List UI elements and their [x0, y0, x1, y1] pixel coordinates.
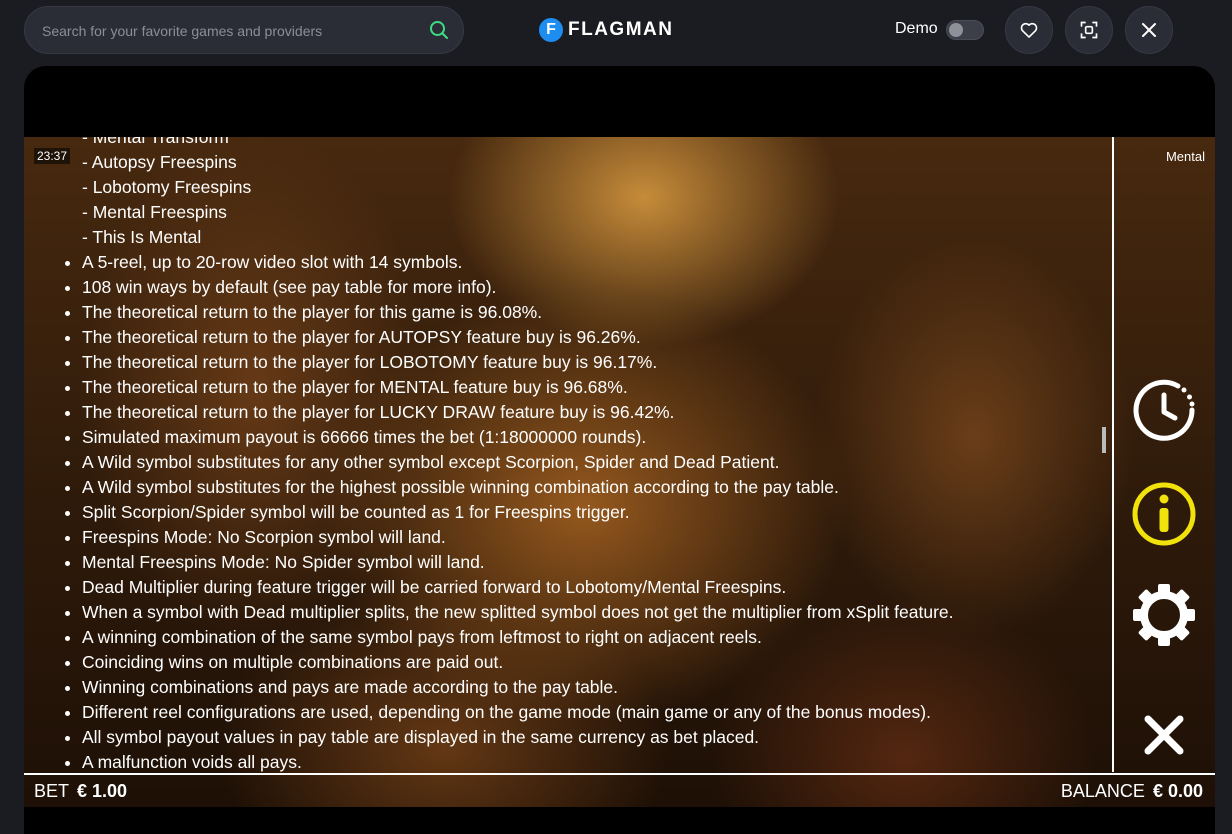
game-frame: 23:37 Mental Transform Autopsy Freespins…: [24, 66, 1215, 834]
bet-label: BET: [34, 781, 70, 801]
close-rules-button[interactable]: [1139, 710, 1189, 760]
rule-item: Freespins Mode: No Scorpion symbol will …: [82, 525, 1102, 550]
bottom-divider: [24, 773, 1215, 775]
rules-panel[interactable]: Mental Transform Autopsy Freespins Lobot…: [62, 137, 1102, 772]
balance-value: € 0.00: [1152, 781, 1203, 801]
list-item: Mental Freespins: [82, 200, 1102, 225]
rule-item: A malfunction voids all pays.: [82, 750, 1102, 772]
feature-list: Mental Transform Autopsy Freespins Lobot…: [62, 137, 1102, 250]
bet-value: € 1.00: [77, 781, 128, 801]
settings-button[interactable]: [1129, 580, 1199, 650]
demo-label: Demo: [895, 20, 938, 37]
history-button[interactable]: [1129, 375, 1199, 445]
list-item: Mental Transform: [82, 137, 1102, 150]
bet-display: BET € 1.00: [34, 781, 127, 802]
toggle-knob: [949, 23, 963, 37]
rule-item: The theoretical return to the player for…: [82, 375, 1102, 400]
close-rules-icon: [1144, 715, 1184, 755]
rule-item: Mental Freespins Mode: No Spider symbol …: [82, 550, 1102, 575]
balance-label: BALANCE: [1060, 781, 1145, 801]
search-bar[interactable]: [24, 6, 464, 55]
logo-mark: F: [539, 18, 563, 42]
rule-item: Winning combinations and pays are made a…: [82, 675, 1102, 700]
list-item: Lobotomy Freespins: [82, 175, 1102, 200]
favorite-button[interactable]: [1005, 6, 1053, 54]
rule-item: Simulated maximum payout is 66666 times …: [82, 425, 1102, 450]
rule-item: Dead Multiplier during feature trigger w…: [82, 575, 1102, 600]
close-game-button[interactable]: [1125, 6, 1173, 54]
search-input[interactable]: [40, 7, 414, 55]
rule-item: A winning combination of the same symbol…: [82, 625, 1102, 650]
rule-item: All symbol payout values in pay table ar…: [82, 725, 1102, 750]
rules-scrollbar[interactable]: [1102, 427, 1106, 453]
search-icon[interactable]: [429, 20, 449, 40]
rule-item: Split Scorpion/Spider symbol will be cou…: [82, 500, 1102, 525]
fullscreen-icon: [1080, 21, 1098, 39]
heart-icon: [1020, 22, 1038, 38]
game-canvas: 23:37 Mental Transform Autopsy Freespins…: [24, 137, 1215, 807]
rule-item: The theoretical return to the player for…: [82, 400, 1102, 425]
rule-item: The theoretical return to the player for…: [82, 300, 1102, 325]
game-mode-label: Mental: [1165, 149, 1205, 164]
rule-item: A Wild symbol substitutes for any other …: [82, 450, 1102, 475]
rule-item: A 5-reel, up to 20-row video slot with 1…: [82, 250, 1102, 275]
rule-item: The theoretical return to the player for…: [82, 325, 1102, 350]
rule-item: Different reel configurations are used, …: [82, 700, 1102, 725]
rule-item: A Wild symbol substitutes for the highes…: [82, 475, 1102, 500]
rule-item: When a symbol with Dead multiplier split…: [82, 600, 1102, 625]
flagman-logo[interactable]: F FLAGMAN: [539, 18, 673, 42]
rule-item: 108 win ways by default (see pay table f…: [82, 275, 1102, 300]
settings-icon: [1133, 584, 1195, 646]
info-button[interactable]: [1129, 479, 1199, 549]
logo-text: FLAGMAN: [568, 19, 674, 40]
close-icon: [1142, 23, 1156, 37]
fullscreen-button[interactable]: [1065, 6, 1113, 54]
history-icon: [1133, 379, 1195, 441]
list-item: This Is Mental: [82, 225, 1102, 250]
sidebar-divider: [1112, 137, 1114, 772]
balance-display: BALANCE € 0.00: [1061, 781, 1203, 802]
info-icon: [1132, 482, 1196, 546]
rules-list: A 5-reel, up to 20-row video slot with 1…: [62, 250, 1102, 772]
list-item: Autopsy Freespins: [82, 150, 1102, 175]
rule-item: The theoretical return to the player for…: [82, 350, 1102, 375]
demo-toggle[interactable]: [946, 20, 984, 40]
rule-item: Coinciding wins on multiple combinations…: [82, 650, 1102, 675]
